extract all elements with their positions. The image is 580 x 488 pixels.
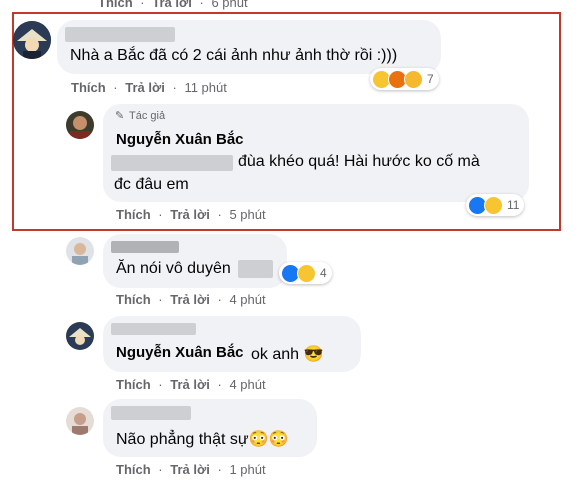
mentioned-name[interactable]: Nguyễn Xuân Bắc [116, 344, 244, 361]
comment-actions: Thích · Trả lời · 5 phút [116, 207, 266, 222]
avatar[interactable] [13, 21, 51, 59]
timestamp[interactable]: 1 phút [229, 462, 265, 477]
blurred-name [111, 241, 179, 253]
like-link[interactable]: Thích [116, 207, 151, 222]
haha-icon [484, 195, 503, 215]
blurred-mention [111, 155, 233, 171]
comment-actions: Thích · Trả lời · 1 phút [116, 462, 266, 477]
pencil-icon: ✎ [115, 110, 125, 122]
timestamp[interactable]: 6 phút [211, 0, 247, 10]
comment-actions-top: Thích · Trả lời · 6 phút [98, 0, 248, 10]
comment-text-line1: đùa khéo quá! Hài hước ko cố mà [238, 153, 480, 170]
reply-link[interactable]: Trả lời [170, 292, 210, 307]
timestamp[interactable]: 4 phút [229, 377, 265, 392]
reaction-summary[interactable]: 4 [279, 262, 332, 284]
avatar[interactable] [66, 111, 94, 139]
comment-text: Não phẳng thật sự😳😳 [116, 431, 289, 448]
comment-bubble: ✎ Tác giả Nguyễn Xuân Bắc đùa khéo quá! … [103, 104, 529, 202]
comment-actions: Thích · Trả lời · 4 phút [116, 292, 266, 307]
like-link[interactable]: Thích [116, 377, 151, 392]
avatar-image [66, 407, 94, 435]
haha-icon [297, 263, 316, 283]
reply-link[interactable]: Trả lời [170, 377, 210, 392]
avatar-image [66, 237, 94, 265]
commenter-name[interactable]: Nguyễn Xuân Bắc [116, 131, 244, 148]
author-badge: Tác giả [129, 110, 166, 122]
avatar-image [66, 111, 94, 139]
reply-link[interactable]: Trả lời [152, 0, 192, 10]
avatar-image [66, 322, 94, 350]
comment-actions: Thích · Trả lời · 11 phút [71, 80, 227, 95]
comment-bubble: Nguyễn Xuân Bắc ok anh 😎 [103, 316, 361, 372]
reply-link[interactable]: Trả lời [125, 80, 165, 95]
reaction-count: 4 [320, 266, 327, 280]
comment-bubble: Ăn nói vô duyên [103, 234, 287, 288]
like-link[interactable]: Thích [71, 80, 106, 95]
comment-bubble: Nhà a Bắc đã có 2 cái ảnh như ảnh thờ rồ… [57, 20, 441, 74]
blurred-name [111, 323, 196, 335]
like-link[interactable]: Thích [116, 292, 151, 307]
reaction-summary[interactable]: 11 [466, 194, 525, 216]
like-link[interactable]: Thích [116, 462, 151, 477]
comment-actions: Thích · Trả lời · 4 phút [116, 377, 266, 392]
comment-text-line2: đc đâu em [114, 176, 189, 193]
reply-link[interactable]: Trả lời [170, 207, 210, 222]
avatar[interactable] [66, 322, 94, 350]
blurred-word [238, 260, 273, 278]
timestamp[interactable]: 4 phút [229, 292, 265, 307]
reaction-count: 7 [427, 72, 434, 86]
blurred-name [65, 27, 175, 42]
comment-text: ok anh 😎 [251, 346, 324, 363]
like-link[interactable]: Thích [98, 0, 133, 10]
comment-bubble: Não phẳng thật sự😳😳 [103, 399, 317, 457]
blurred-name [111, 406, 191, 420]
comment-text: Ăn nói vô duyên [116, 260, 231, 277]
avatar[interactable] [66, 407, 94, 435]
timestamp[interactable]: 5 phút [229, 207, 265, 222]
timestamp[interactable]: 11 phút [184, 80, 226, 95]
wow-icon [404, 69, 423, 89]
reaction-summary[interactable]: 7 [370, 68, 439, 90]
comment-text: Nhà a Bắc đã có 2 cái ảnh như ảnh thờ rồ… [70, 47, 398, 64]
reaction-count: 11 [507, 198, 520, 212]
reply-link[interactable]: Trả lời [170, 462, 210, 477]
avatar-image [13, 21, 51, 59]
avatar[interactable] [66, 237, 94, 265]
